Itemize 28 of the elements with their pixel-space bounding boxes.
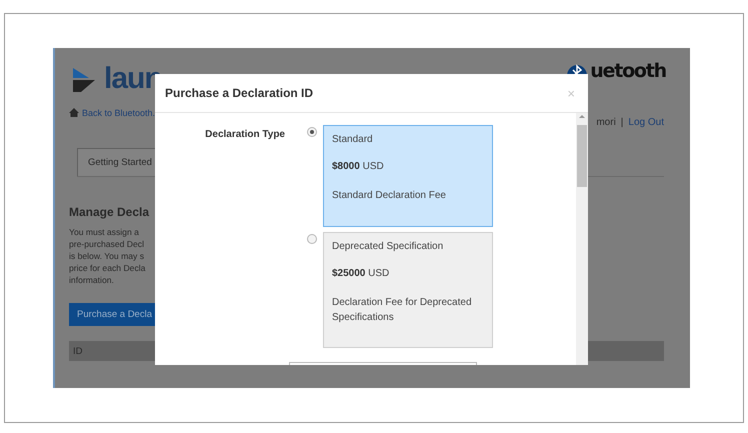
option-name: Deprecated Specification [332,241,444,252]
radio-button[interactable] [307,127,317,137]
page-heading: Manage Decla [69,205,150,219]
radio-button[interactable] [307,234,317,244]
option-name: Standard [332,134,374,145]
scrollbar-thumb[interactable] [577,125,587,187]
paragraph-line: You must assign a [69,226,139,238]
scrollbar[interactable] [576,113,588,365]
home-icon [69,108,79,117]
separator-text: | [620,117,624,130]
scroll-up-icon[interactable] [579,115,585,118]
logout-link[interactable]: Log Out [628,117,664,138]
option-price: $8000 USD [332,161,385,172]
modal-title: Purchase a Declaration ID [165,86,314,100]
option-description: Standard Declaration Fee [332,189,447,203]
paragraph-line: is below. You may s [69,250,144,262]
user-name: mori [596,117,616,130]
column-header[interactable]: ID [73,346,82,356]
paragraph-line: information. [69,274,114,286]
paragraph-line: pre-purchased Decl [69,238,144,250]
option-description: Declaration Fee for Deprecated Specifications [332,296,473,325]
field-label: Declaration Type [204,128,285,140]
back-link[interactable]: Back to Bluetooth. [82,108,156,118]
brand-text: uetooth [590,61,666,81]
paragraph-line: price for each Decla [69,262,146,274]
option-card[interactable]: Deprecated Specification $25000 USD Declaration Fee for Deprecated Specifications [323,232,493,348]
option-card[interactable]: Standard $8000 USD Standard Declaration Fee [323,125,493,227]
option-price: $25000 USD [332,268,390,279]
